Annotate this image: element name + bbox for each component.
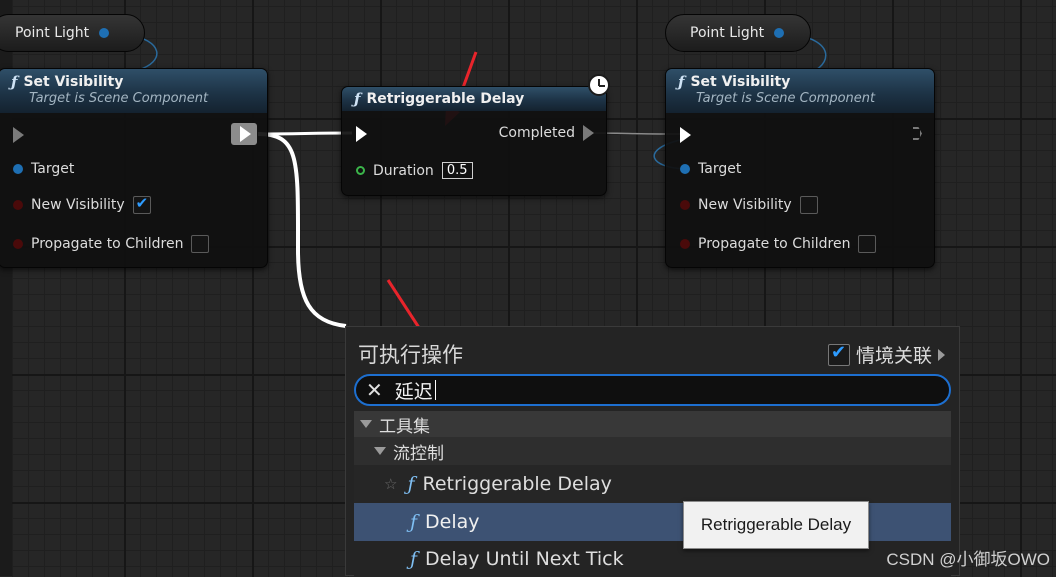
function-icon: ƒ [678,73,685,91]
point-light-variable-right[interactable]: Point Light [665,14,811,52]
target-pin[interactable]: Target [680,161,741,177]
new-visibility-checkbox[interactable] [132,194,151,214]
exec-out-icon [913,127,922,140]
star-outline-icon[interactable]: ☆ [384,475,397,493]
bool-pin-icon [13,239,23,249]
point-light-variable-left[interactable]: Point Light [0,14,145,52]
chevron-right-icon[interactable] [938,348,945,361]
propagate-pin[interactable]: Propagate to Children [680,235,877,253]
node-subtitle: Target is Scene Component [696,91,876,106]
object-pin-icon[interactable] [99,28,110,38]
category-toolset[interactable]: 工具集 [354,411,951,437]
new-visibility-pin[interactable]: New Visibility [13,194,151,214]
clear-search-icon[interactable]: ✕ [366,378,383,402]
node-subtitle: Target is Scene Component [29,91,209,106]
node-title: Set Visibility [690,74,791,90]
node-title: Retriggerable Delay [366,91,525,107]
node-header: ƒ Set Visibility Target is Scene Componen… [666,69,934,113]
bool-pin-icon [680,200,690,210]
node-header: ƒ Set Visibility Target is Scene Componen… [0,69,267,113]
function-icon: ƒ [410,548,418,570]
variable-label: Point Light [15,25,90,41]
action-menu-title: 可执行操作 [358,343,463,367]
expand-arrow-icon[interactable] [374,447,386,455]
object-pin-icon [13,164,23,174]
function-icon: ƒ [11,73,18,91]
duration-pin[interactable]: Duration 0.5 [356,162,473,179]
exec-in-icon [13,127,24,143]
tooltip: Retriggerable Delay [683,501,869,549]
target-pin[interactable]: Target [13,161,74,177]
float-pin-icon [356,166,365,175]
context-sensitive-label: 情境关联 [855,345,932,367]
context-sensitive-checkbox[interactable] [827,342,850,366]
bool-pin-icon [680,239,690,249]
exec-out-icon [231,123,257,145]
new-visibility-checkbox[interactable] [799,196,818,214]
object-pin-icon[interactable] [774,28,785,38]
text-caret [434,380,436,400]
exec-in-pin[interactable] [13,127,24,143]
search-input[interactable]: 延迟 [395,377,433,404]
watermark: CSDN @小御坂OWO [886,550,1050,569]
exec-in-pin[interactable] [680,127,691,143]
function-icon: ƒ [410,511,418,533]
exec-out-icon [583,125,594,141]
exec-wire-left-to-delay [257,131,353,136]
menu-item-retriggerable-delay[interactable]: ☆ ƒ Retriggerable Delay [354,465,951,503]
exec-in-icon [680,127,691,143]
exec-in-pin[interactable] [356,126,367,142]
context-sensitive-toggle[interactable]: 情境关联 [827,341,945,368]
exec-out-pin[interactable] [231,123,257,145]
exec-out-pin[interactable] [913,127,922,140]
function-icon: ƒ [407,473,415,495]
completed-pin[interactable]: Completed [499,125,594,141]
set-visibility-node-right[interactable]: ƒ Set Visibility Target is Scene Componen… [665,68,935,268]
bool-pin-icon [13,200,23,210]
function-icon: ƒ [354,90,361,108]
propagate-pin[interactable]: Propagate to Children [13,235,210,253]
exec-in-icon [356,126,367,142]
propagate-checkbox[interactable] [191,235,210,253]
new-visibility-pin[interactable]: New Visibility [680,196,818,214]
set-visibility-node-left[interactable]: ƒ Set Visibility Target is Scene Componen… [0,68,268,268]
variable-label: Point Light [690,25,765,41]
propagate-checkbox[interactable] [858,235,877,253]
latent-clock-icon [588,74,610,96]
retriggerable-delay-node[interactable]: ƒ Retriggerable Delay Completed Duration 0… [341,86,607,196]
exec-wire-to-menu [257,132,347,328]
node-title: Set Visibility [23,74,124,90]
object-pin-icon [680,164,690,174]
duration-value-field[interactable]: 0.5 [441,162,473,179]
node-header: ƒ Retriggerable Delay [342,87,606,111]
expand-arrow-icon[interactable] [360,420,372,428]
search-field[interactable]: ✕ 延迟 [354,374,951,406]
category-flow-control[interactable]: 流控制 [354,437,951,465]
